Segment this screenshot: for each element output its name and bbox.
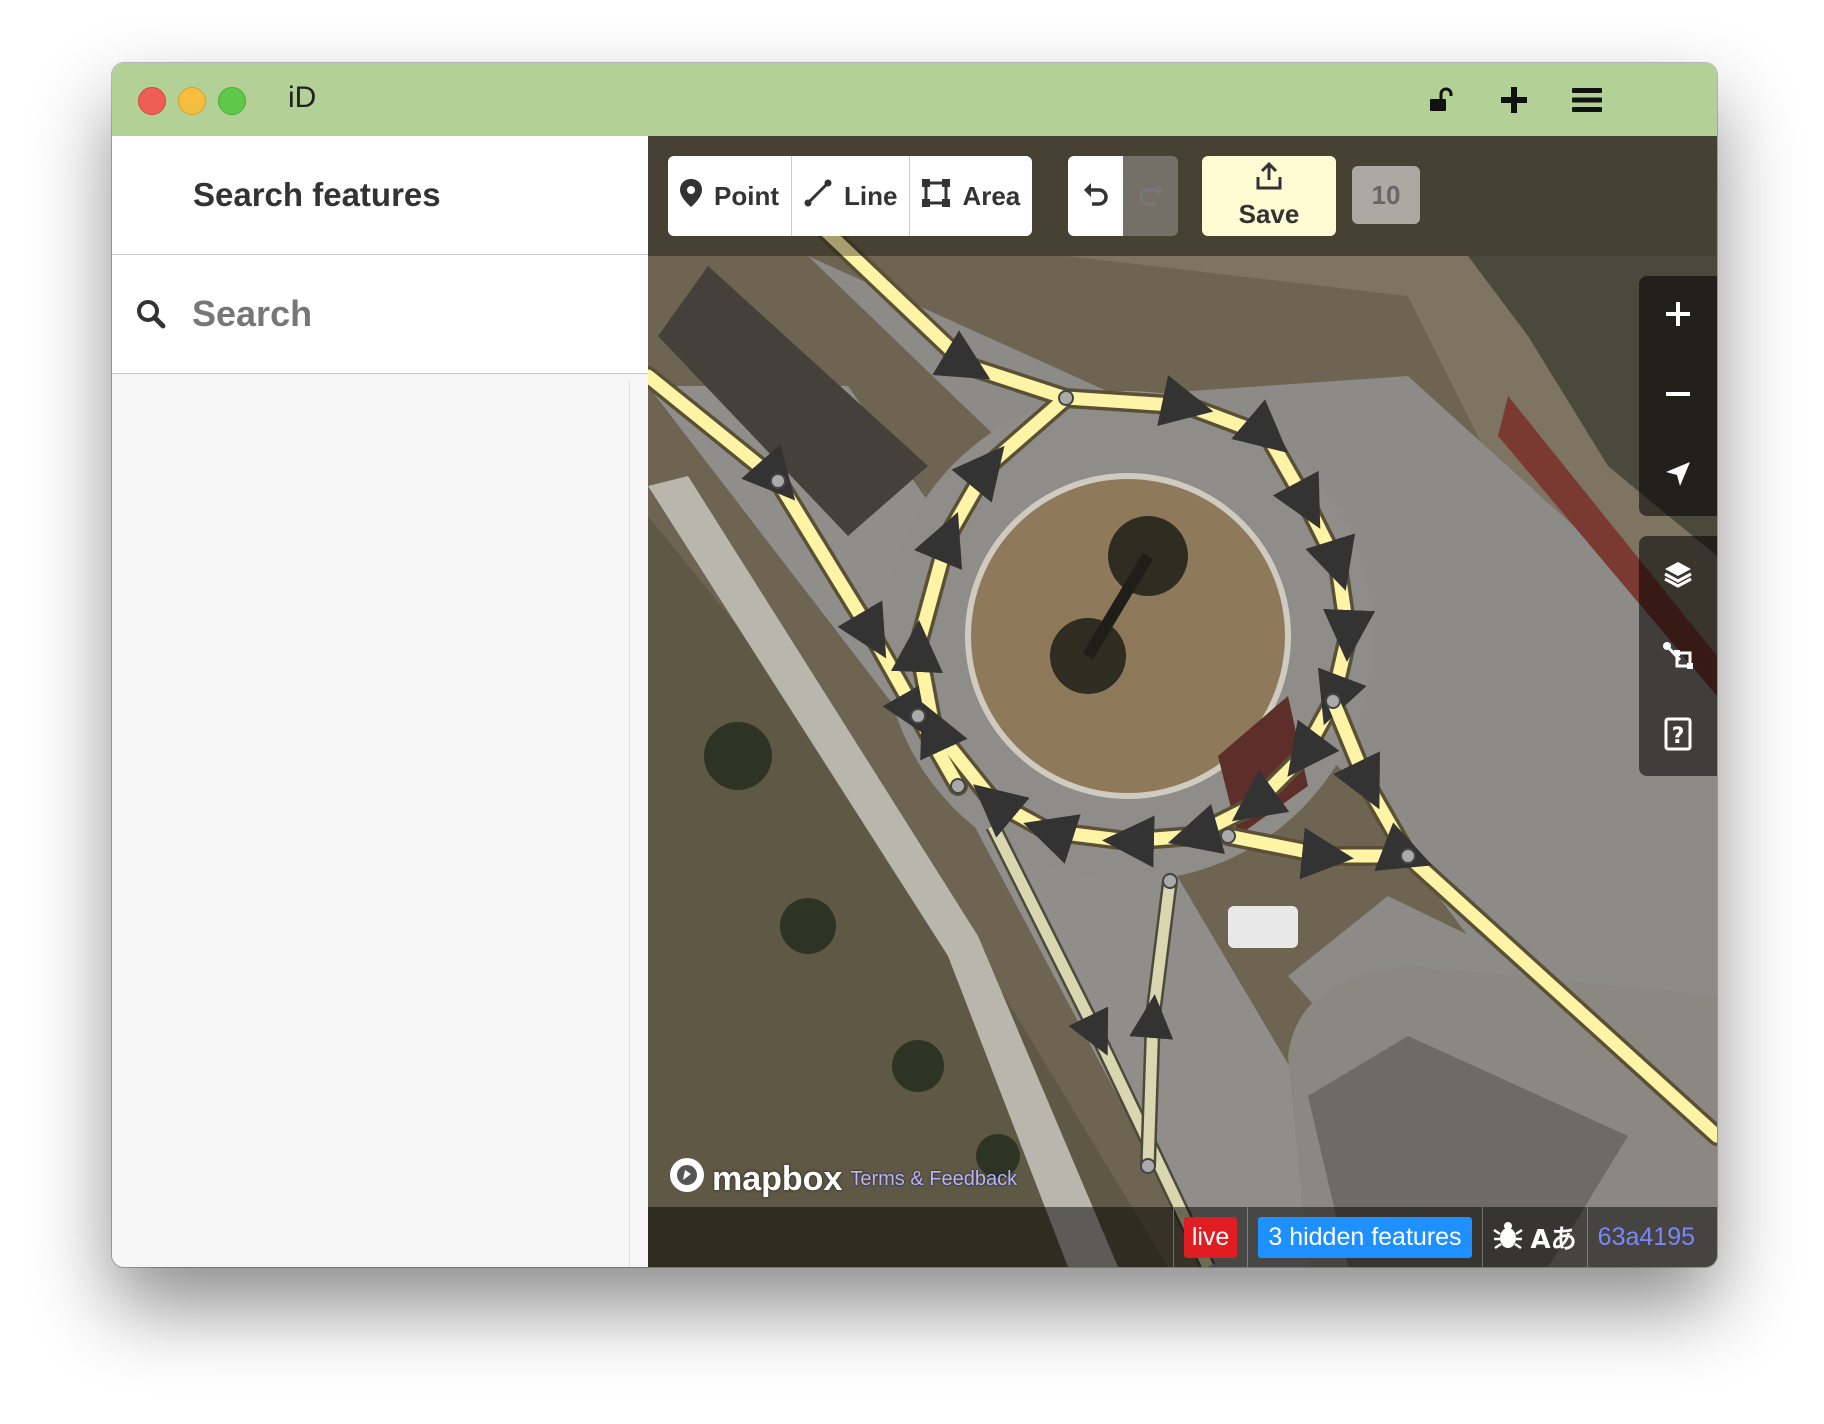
hidden-features-segment: 3 hidden features: [1247, 1207, 1481, 1267]
hidden-features-button[interactable]: 3 hidden features: [1258, 1216, 1472, 1258]
window-title: iD: [288, 81, 317, 114]
app-window: iD Search features Search Point Line Are…: [112, 63, 1717, 1267]
help-question-icon: ?: [1664, 717, 1692, 756]
geolocate-button[interactable]: [1639, 436, 1717, 516]
sidebar-header: Search features: [112, 136, 648, 255]
map-footer: live 3 hidden features Aあ 63a4195: [648, 1207, 1717, 1267]
add-line-button[interactable]: Line: [792, 156, 911, 236]
map-area[interactable]: Point Line Area Save 10 ? mapbox Terms &…: [648, 136, 1717, 1267]
zoom-out-minus-icon: [1665, 381, 1691, 412]
save-label: Save: [1238, 199, 1300, 229]
edit-count-badge: 10: [1352, 166, 1420, 224]
search-bar: [112, 255, 648, 374]
hamburger-menu-icon[interactable]: [1568, 81, 1606, 119]
background-pane-button[interactable]: [1639, 536, 1717, 616]
map-controls: ?: [1639, 276, 1717, 796]
layers-icon: [1663, 559, 1693, 594]
sidebar-scrollbar[interactable]: [629, 381, 630, 1267]
mapbox-logo-icon: [668, 1156, 706, 1203]
search-icon: [136, 299, 166, 334]
add-area-button[interactable]: Area: [910, 156, 1032, 236]
terms-feedback-link[interactable]: Terms & Feedback: [850, 1168, 1017, 1191]
sidebar-title: Search features: [193, 176, 441, 213]
zoom-controls: [1639, 276, 1717, 516]
add-point-button[interactable]: Point: [668, 156, 792, 236]
help-pane-button[interactable]: ?: [1639, 696, 1717, 776]
map-data-icon: [1662, 638, 1694, 675]
undo-redo-group: [1068, 156, 1178, 236]
top-toolbar: Point Line Area Save 10: [648, 136, 1717, 256]
minimize-window-button[interactable]: [178, 87, 206, 115]
undo-button[interactable]: [1068, 156, 1123, 236]
add-line-label: Line: [844, 180, 898, 211]
geolocate-arrow-icon: [1664, 460, 1692, 493]
point-marker-icon: [680, 178, 702, 214]
line-icon: [804, 179, 832, 214]
area-icon: [922, 178, 951, 214]
map-data-pane-button[interactable]: [1639, 616, 1717, 696]
zoom-in-plus-icon: [1665, 301, 1691, 332]
mapbox-logo-text: mapbox: [712, 1160, 843, 1198]
maximize-window-button[interactable]: [218, 87, 246, 115]
title-bar: iD: [112, 63, 1717, 137]
mapbox-logo[interactable]: mapbox: [668, 1156, 842, 1203]
satellite-imagery[interactable]: [648, 136, 1717, 1267]
save-button[interactable]: Save: [1202, 156, 1336, 236]
live-status-segment: live: [1172, 1207, 1248, 1267]
zoom-in-button[interactable]: [1639, 276, 1717, 356]
search-input[interactable]: [190, 281, 624, 347]
language-toggle[interactable]: Aあ: [1531, 1219, 1577, 1256]
plus-icon[interactable]: [1495, 81, 1533, 119]
sidebar: Search features: [112, 136, 649, 1267]
add-point-label: Point: [714, 180, 779, 211]
bug-icon[interactable]: [1492, 1220, 1523, 1255]
unlock-icon[interactable]: [1422, 81, 1460, 119]
map-attribution: mapbox Terms & Feedback: [668, 1156, 1017, 1203]
svg-text:?: ?: [1672, 724, 1685, 749]
upload-icon: [1254, 161, 1284, 199]
zoom-out-button[interactable]: [1639, 356, 1717, 436]
close-window-button[interactable]: [138, 87, 166, 115]
version-segment: 63a4195: [1586, 1207, 1717, 1267]
add-area-label: Area: [962, 180, 1021, 211]
live-badge: live: [1183, 1216, 1238, 1258]
add-feature-modes: Point Line Area: [668, 156, 1033, 236]
panel-controls: ?: [1639, 536, 1717, 776]
version-link[interactable]: 63a4195: [1598, 1223, 1707, 1252]
redo-button[interactable]: [1123, 156, 1178, 236]
undo-icon: [1082, 180, 1110, 213]
redo-icon: [1137, 180, 1165, 213]
issues-language-segment: Aあ: [1481, 1207, 1587, 1267]
